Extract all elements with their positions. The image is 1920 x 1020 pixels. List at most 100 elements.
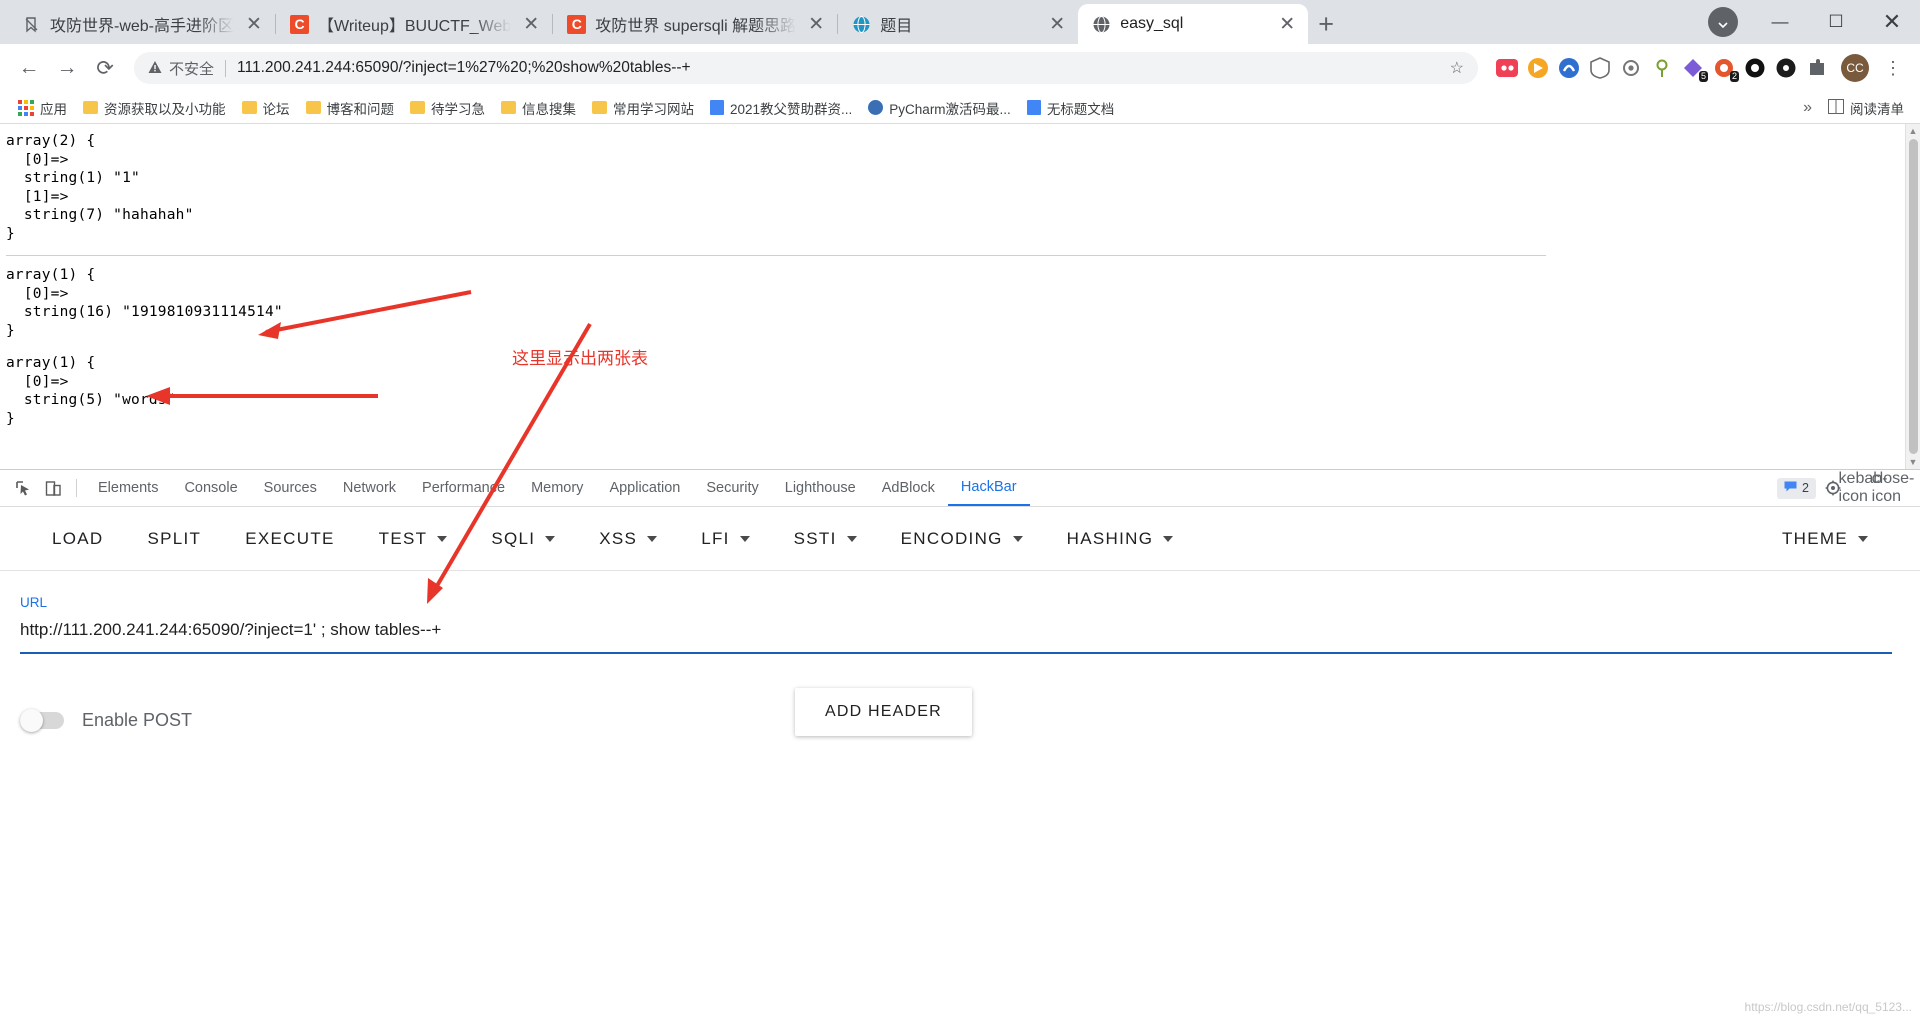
tab-application[interactable]: Application [596,470,693,506]
add-header-button[interactable]: ADD HEADER [795,688,972,736]
bookmark-star-icon[interactable]: ☆ [1442,58,1472,78]
tab-security[interactable]: Security [693,470,771,506]
scroll-up-arrow-icon[interactable]: ▲ [1909,126,1918,136]
extension-speed-icon[interactable] [1527,57,1549,79]
bookmark-item-9[interactable]: 无标题文档 [1019,95,1123,121]
bookmark-icon [22,15,41,34]
extension-pocket-icon[interactable] [1496,57,1518,79]
hackbar-toolbar: LOAD SPLIT EXECUTE TEST SQLI XSS LFI SST… [0,507,1920,571]
tab-memory[interactable]: Memory [518,470,596,506]
close-icon[interactable]: close-icon [1872,470,1915,505]
close-window-button[interactable]: ✕ [1864,0,1920,44]
tab-close-button[interactable]: ✕ [243,15,265,34]
tab-console[interactable]: Console [171,470,250,506]
minimize-button[interactable]: — [1752,0,1808,44]
message-count-badge[interactable]: 2 [1777,477,1816,499]
extension-adblock-icon[interactable]: 2 [1713,57,1739,82]
folder-icon [501,101,516,114]
tab-4-active[interactable]: easy_sql ✕ [1078,4,1309,44]
url-input[interactable]: http://111.200.241.244:65090/?inject=1' … [20,620,1892,654]
theme-button[interactable]: THEME [1760,529,1890,549]
watermark-text: https://blog.csdn.net/qq_5123... [1744,1000,1912,1014]
extension-circle-icon[interactable] [1744,57,1766,79]
bookmark-item-apps[interactable]: 应用 [10,95,75,121]
tab-lighthouse[interactable]: Lighthouse [772,470,869,506]
bookmarks-bar: 应用 资源获取以及小功能 论坛 博客和问题 待学习急 信息搜集 常用学习网站 2… [0,92,1920,124]
enable-post-toggle[interactable] [20,709,64,732]
extension-shield-icon[interactable] [1589,57,1611,79]
folder-icon [305,101,321,114]
hackbar-body: URL http://111.200.241.244:65090/?inject… [0,322,1920,1020]
tab-3[interactable]: 题目 ✕ [838,4,1078,44]
bookmarks-overflow-button[interactable]: » [1793,99,1822,117]
device-toolbar-icon[interactable] [38,474,68,502]
split-button[interactable]: SPLIT [126,529,224,549]
tab-close-button[interactable]: ✕ [1046,15,1068,34]
page-scrollbar[interactable]: ▲ ▼ [1905,124,1920,469]
bookmark-item-7[interactable]: 2021教父赞助群资... [702,95,860,121]
extension-pin-icon[interactable] [1651,57,1673,79]
bookmark-item-3[interactable]: 博客和问题 [298,95,403,121]
bookmark-item-1[interactable]: 资源获取以及小功能 [75,95,234,121]
test-button[interactable]: TEST [357,529,470,549]
extension-diamond-icon[interactable]: 5 [1682,57,1708,82]
tab-sources[interactable]: Sources [251,470,330,506]
sqli-button[interactable]: SQLI [469,529,577,549]
extension-puzzle-icon[interactable] [1806,57,1828,79]
hackbar-controls-row: Enable POST ADD HEADER [20,688,1900,736]
window-controls: — ☐ ✕ [1702,0,1920,44]
bookmark-item-4[interactable]: 待学习急 [402,95,493,121]
tab-performance[interactable]: Performance [409,470,518,506]
bookmark-item-6[interactable]: 常用学习网站 [584,95,702,121]
bookmark-item-2[interactable]: 论坛 [234,95,298,121]
ssti-button[interactable]: SSTI [772,529,879,549]
tab-2[interactable]: C 攻防世界 supersqli 解题思路 ✕ [553,4,837,44]
address-bar[interactable]: 不安全 111.200.241.244:65090/?inject=1%27%2… [134,52,1478,84]
chrome-menu-button[interactable]: ⋮ [1878,58,1908,79]
execute-button[interactable]: EXECUTE [223,529,356,549]
lfi-label: LFI [701,528,730,548]
forward-button[interactable]: → [50,51,84,85]
tab-network[interactable]: Network [330,470,409,506]
scroll-down-arrow-icon[interactable]: ▼ [1909,457,1918,467]
enable-post-toggle-group[interactable]: Enable POST [20,709,192,732]
reading-list-button[interactable]: 阅读清单 [1822,95,1910,121]
inspect-element-icon[interactable] [8,474,38,502]
extension-blue-swirl-icon[interactable] [1558,57,1580,79]
extension-badge: 2 [1729,71,1739,82]
scrollbar-thumb[interactable] [1908,139,1918,454]
page-content: array(2) { [0]=> string(1) "1" [1]=> str… [0,124,1905,469]
reading-list-label: 阅读清单 [1850,101,1904,117]
tab-close-button[interactable]: ✕ [1276,15,1298,34]
encoding-button[interactable]: ENCODING [879,529,1045,549]
extension-gear-icon[interactable] [1620,57,1642,79]
load-button[interactable]: LOAD [30,529,126,549]
bookmark-item-5[interactable]: 信息搜集 [493,95,584,121]
tab-title: 攻防世界-web-高手进阶区 [50,18,235,35]
tab-adblock[interactable]: AdBlock [869,470,948,506]
tab-hackbar[interactable]: HackBar [947,470,1030,506]
extensions-area: 5 2 CC ⋮ [1490,54,1908,82]
profile-avatar-icon[interactable] [1708,7,1738,37]
lfi-button[interactable]: LFI [679,529,771,549]
hashing-button[interactable]: HASHING [1045,529,1196,549]
bookmark-item-8[interactable]: PyCharm激活码最... [860,95,1019,121]
back-button[interactable]: ← [12,51,46,85]
url-text[interactable]: 111.200.241.244:65090/?inject=1%27%20;%2… [237,59,1435,77]
extension-badge: 5 [1698,71,1708,82]
bookmark-label: 2021教父赞助群资... [730,101,853,117]
url-field-label: URL [20,595,48,610]
tab-1[interactable]: C 【Writeup】BUUCTF_Web ✕ [276,4,552,44]
profile-avatar[interactable]: CC [1841,54,1869,82]
tab-0[interactable]: 攻防世界-web-高手进阶区 ✕ [8,4,275,44]
tab-close-button[interactable]: ✕ [520,15,542,34]
extension-dark-circle-icon[interactable] [1775,57,1797,79]
tab-elements[interactable]: Elements [85,470,171,506]
reload-button[interactable]: ⟳ [88,51,122,85]
new-tab-button[interactable]: + [1318,11,1334,38]
tab-close-button[interactable]: ✕ [805,15,827,34]
maximize-button[interactable]: ☐ [1808,0,1864,44]
xss-button[interactable]: XSS [577,529,679,549]
chrome-browser-window: 攻防世界-web-高手进阶区 ✕ C 【Writeup】BUUCTF_Web ✕… [0,0,1920,1020]
not-secure-label: 不安全 [169,60,215,78]
